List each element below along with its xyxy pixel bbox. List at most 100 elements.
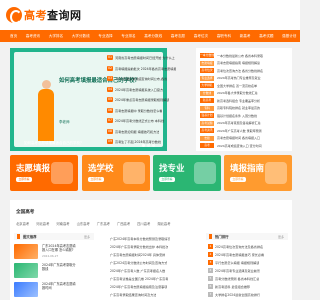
hot-text: 2024年高考志愿填报技巧 家长必看: [215, 252, 265, 257]
nav-item-vocational[interactable]: 高职专科: [217, 34, 231, 39]
news-list-item[interactable]: 广东高考试卷是全国几卷 2024年广东高考: [110, 275, 200, 281]
tile-volunteer-fill[interactable]: 志愿填报 立即查看: [10, 155, 78, 191]
hot-rank: 3: [208, 259, 213, 265]
nav-item-new-gaokao[interactable]: 新高考: [240, 34, 251, 39]
nav-item-major-ranking[interactable]: 专业排名: [121, 34, 135, 39]
quick-link-item[interactable]: 高考位次 高考位次查询方法 各省分数线排名: [200, 67, 290, 74]
tab-province[interactable]: 四川高考: [137, 221, 150, 226]
headline-item[interactable]: 08 高考志愿如何报 填报技巧和方法: [107, 128, 191, 135]
news-list-item[interactable]: 广东2024高考分数线公布时间及查询方式: [110, 259, 200, 265]
tab-province[interactable]: 山东高考: [77, 221, 90, 226]
more-link[interactable]: 更多: [278, 235, 284, 239]
more-link[interactable]: 更多: [84, 235, 90, 239]
tile-find-major[interactable]: 找专业 立即查看: [153, 155, 221, 191]
site-logo[interactable]: 高考查询网: [6, 6, 82, 24]
headline-item[interactable]: 09 高考生了不起,2024年高考分数线: [107, 138, 191, 145]
headline-item[interactable]: 07 2024年高考分数线正式公布 本科线: [107, 117, 191, 124]
news-list-item[interactable]: 2024年广东高考志愿填报指南及注意事项: [110, 283, 200, 289]
hot-item[interactable]: 1 2024高考位次查询方法及各省排名: [208, 243, 286, 249]
quick-links-panel: 一本分数线 一本分数线最新公布 各省本科录取 志愿填报 高考志愿填报指南 填报规则解…: [196, 48, 292, 151]
tile-guide[interactable]: 填报指南 立即查看: [224, 155, 292, 191]
nav-item-news[interactable]: 高考资讯: [26, 34, 40, 39]
headline-rank: 04: [107, 86, 113, 92]
hot-item[interactable]: 7 大学排名2024最新全国高校排行: [208, 291, 286, 297]
nav-item-rank[interactable]: 高考位次: [194, 34, 208, 39]
person-head: [42, 80, 51, 89]
quick-link-item[interactable]: 强基计划 强基计划报名条件 入围分数线: [200, 112, 290, 119]
news-thumbnail[interactable]: [14, 282, 38, 297]
headline-item[interactable]: 03 2024高考高考成绩查询时间公布,各省: [107, 75, 191, 82]
headline-rank: 01: [107, 55, 113, 60]
hot-item[interactable]: 3 平行志愿怎么填报 填报规则解读: [208, 259, 286, 265]
nav-item-university-ranking[interactable]: 大学排名: [49, 34, 63, 39]
quick-link-item[interactable]: 一本分数线 一本分数线最新公布 各省本科录取: [200, 52, 290, 59]
headline-item[interactable]: 02 高考填报提前批次 2024年各省高考志愿填报: [107, 65, 191, 72]
nav-item-cutoff[interactable]: 高考分数线: [144, 34, 162, 39]
headline-rank: 02: [107, 65, 113, 71]
nav-item-home[interactable]: 首页: [10, 34, 17, 39]
headline-text: 高考志愿填报中 录取分数线怎么看: [115, 108, 163, 113]
tile-view-button[interactable]: 立即查看: [88, 177, 104, 182]
headline-item[interactable]: 01 河南省高考志愿填报时间已经开始 为什么上: [107, 54, 191, 61]
quick-link-item[interactable]: 志愿 高考志愿填报时间 各省填报入口: [200, 135, 290, 142]
quick-link-item[interactable]: 高考 2024高考成绩查询入口 查分时间: [200, 142, 290, 149]
logo-text: 高考查询网: [24, 9, 82, 22]
hot-item[interactable]: 5 高考分数线预测 各省本科线汇总: [208, 275, 286, 281]
news-thumbnail[interactable]: [14, 263, 38, 278]
tile-view-button[interactable]: 立即查看: [230, 177, 246, 182]
news-list-item[interactable]: 2024年广东高考录取分数线出炉 本科批次: [110, 243, 200, 249]
news-list-item[interactable]: 广东2024年高考本科分数线预测及录取情况: [110, 235, 200, 241]
quick-link-tag: 专科: [200, 105, 214, 111]
tab-province[interactable]: 湖北高考: [157, 221, 170, 226]
tile-view-button[interactable]: 立即查看: [159, 177, 175, 182]
nav-item-volunteer[interactable]: 高考志愿: [171, 34, 185, 39]
page: 高考查询网 首页 高考资讯 大学排名 大学分数线 专业选择 专业排名 高考分数线…: [0, 0, 300, 300]
tab-province[interactable]: 北京高考: [16, 221, 29, 226]
news-list-item[interactable]: 2024年广东高考人数 广东高考报名人数: [110, 267, 200, 273]
hot-item[interactable]: 6 新高考选科 最佳组合推荐: [208, 283, 286, 289]
province-news-list: 广东2024年高考本科分数线预测及录取情况 2024年广东高考录取分数线出炉 本…: [110, 233, 202, 300]
quick-link-item[interactable]: 高考资讯 2024年广东高考人数 录取率预测: [200, 127, 290, 134]
headline-list: 01 河南省高考志愿填报时间已经开始 为什么上 02 高考填报提前批次 2024年各…: [107, 54, 191, 150]
hot-ranking-panel: 热门排行 更多 1 2024高考位次查询方法及各省排名 2 2024年高考志愿填报技…: [206, 233, 288, 300]
headline-text: 2024年高考志愿填报系统入口官方: [115, 87, 164, 92]
tab-province[interactable]: 广西高考: [117, 221, 130, 226]
hot-item[interactable]: 2 2024年高考志愿填报技巧 家长必看: [208, 251, 286, 257]
news-thumbnail[interactable]: [14, 244, 38, 259]
quick-link-item[interactable]: 专业选择 2024年高考热门专业推荐及就业: [200, 75, 290, 82]
hot-item[interactable]: 4 2024年高考专业选择及就业前景: [208, 267, 286, 273]
quick-link-item[interactable]: 大学排名 全国大学排名 双一流高校名单: [200, 82, 290, 89]
tile-choose-school[interactable]: 选学校 立即查看: [82, 155, 150, 191]
nav-item-strong-base[interactable]: 强基计划: [282, 34, 296, 39]
hot-rank: 7: [208, 291, 213, 297]
news-list-item[interactable]: 广东高考录取结果查询时间及方法: [110, 291, 200, 297]
headline-item[interactable]: 04 2024年高考志愿填报系统入口官方: [107, 86, 191, 93]
headline-item[interactable]: 06 高考志愿填报中 录取分数线怎么看: [107, 107, 191, 114]
tab-province[interactable]: 河北高考: [36, 221, 49, 226]
news-title[interactable]: 广东2024年高考志愿填报入口在哪 怎么填报?: [42, 244, 77, 252]
news-title[interactable]: 2024年广东高考录取分数线: [42, 263, 77, 271]
news-list-text: 广东高考试卷是全国几卷 2024年广东高考: [110, 276, 169, 281]
nav-item-university-scores[interactable]: 大学分数线: [72, 34, 90, 39]
quick-link-item[interactable]: 志愿填报 高考志愿填报指南 填报规则解读: [200, 60, 290, 67]
tile-view-button[interactable]: 立即查看: [16, 177, 32, 182]
quick-link-item[interactable]: 新高考 新高考选科组合 专业覆盖率分析: [200, 97, 290, 104]
quick-link-item[interactable]: 专科 高职专科院校排名 就业率最高的: [200, 105, 290, 112]
news-list-item[interactable]: 广东高考志愿填报时间2024年 具体安排: [110, 251, 200, 257]
nav-item-major-select[interactable]: 专业选择: [98, 34, 112, 39]
quick-link-tag: 分数线: [200, 90, 214, 96]
panel-title: 图文推荐: [23, 235, 37, 239]
logo-icon: [6, 7, 22, 24]
quick-link-item[interactable]: 高考试题 2024年高考真题及答案解析汇总: [200, 120, 290, 127]
news-title[interactable]: 2024年广东高考志愿填报时间: [42, 282, 77, 290]
headline-item[interactable]: 05 2024年重点高考志愿填报录取规则解读: [107, 96, 191, 103]
quick-link-item[interactable]: 分数线 2024年各大学录取分数线汇总: [200, 90, 290, 97]
quick-link-tag: 大学排名: [200, 83, 214, 88]
tab-province[interactable]: 广东高考: [97, 221, 110, 226]
tab-province[interactable]: 河南高考: [56, 221, 69, 226]
quick-link-tag: 高考资讯: [200, 128, 214, 133]
quick-link-text: 2024高考成绩查询入口 查分时间: [217, 143, 262, 148]
nav-item-exam-papers[interactable]: 高考试题: [259, 34, 273, 39]
hot-rank: 2: [208, 251, 213, 257]
quick-link-text: 高考志愿填报时间 各省填报入口: [217, 136, 260, 140]
